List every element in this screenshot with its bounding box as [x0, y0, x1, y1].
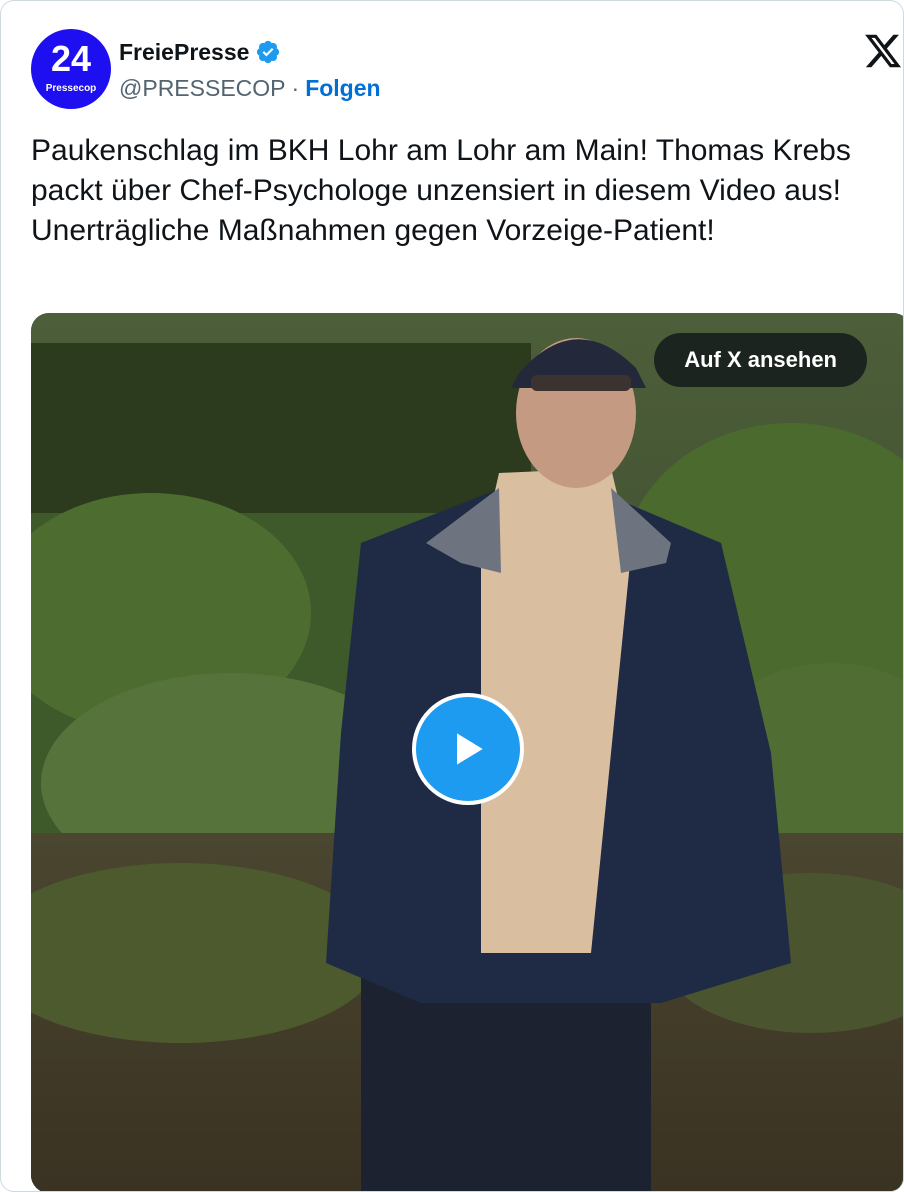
author-handle-row: @PRESSECOP · Folgen: [119, 73, 381, 103]
tweet-card[interactable]: 24 Pressecop FreiePresse @PRESSECOP · Fo…: [0, 0, 904, 1192]
display-name[interactable]: FreiePresse: [119, 39, 249, 66]
play-button[interactable]: [412, 693, 524, 805]
video-player[interactable]: Auf X ansehen: [31, 313, 903, 1191]
verified-badge-icon: [257, 40, 280, 64]
avatar[interactable]: 24 Pressecop: [31, 29, 111, 109]
avatar-number: 24: [50, 38, 92, 79]
x-logo-icon[interactable]: [863, 31, 903, 71]
avatar-caption: Pressecop: [45, 83, 97, 94]
author-name-row: FreiePresse: [119, 37, 281, 67]
follow-button[interactable]: Folgen: [305, 75, 380, 102]
author-handle[interactable]: @PRESSECOP: [119, 75, 286, 102]
separator-dot: ·: [291, 74, 300, 101]
play-icon: [457, 733, 483, 765]
watch-on-x-button[interactable]: Auf X ansehen: [654, 333, 867, 387]
tweet-text: Paukenschlag im BKH Lohr am Lohr am Main…: [31, 134, 851, 247]
